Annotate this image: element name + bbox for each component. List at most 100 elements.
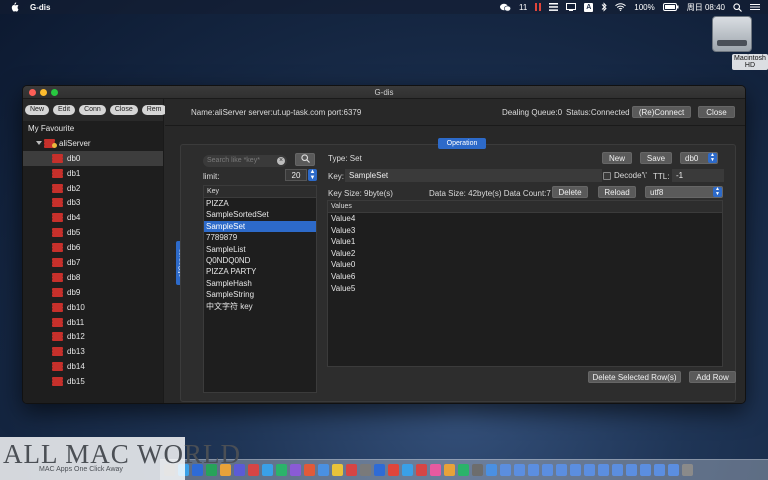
zoom-window-button[interactable] [51, 89, 58, 96]
dock-app-icon[interactable] [668, 464, 679, 476]
tree-favourite[interactable]: My Favourite [23, 121, 163, 136]
add-row-button[interactable]: Add Row [689, 371, 736, 383]
display-icon[interactable] [566, 2, 577, 12]
dock-app-icon[interactable] [640, 464, 651, 476]
tree-db-db7[interactable]: db7 [23, 255, 163, 270]
pause-icon[interactable] [535, 2, 542, 12]
dock-app-icon[interactable] [626, 464, 637, 476]
tree-db-db14[interactable]: db14 [23, 359, 163, 374]
ttl-field[interactable]: -1 [672, 169, 724, 182]
tree-db-db5[interactable]: db5 [23, 225, 163, 240]
dock-app-icon[interactable] [444, 464, 455, 476]
wifi-icon[interactable] [615, 2, 627, 12]
dock-app-icon[interactable] [542, 464, 553, 476]
tree-db-db11[interactable]: db11 [23, 315, 163, 330]
macintosh-hd-drive[interactable]: Macintosh HD [704, 16, 768, 70]
key-row[interactable]: PIZZA [204, 198, 316, 209]
dock-app-icon[interactable] [374, 464, 385, 476]
dock-app-icon[interactable] [570, 464, 581, 476]
key-row[interactable]: SampleHash [204, 278, 316, 289]
tree-db-db1[interactable]: db1 [23, 166, 163, 181]
close-window-button[interactable] [29, 89, 36, 96]
dock-app-icon[interactable] [304, 464, 315, 476]
dock-app-icon[interactable] [584, 464, 595, 476]
tree-db-db9[interactable]: db9 [23, 285, 163, 300]
dock-app-icon[interactable] [346, 464, 357, 476]
minimize-window-button[interactable] [40, 89, 47, 96]
key-row[interactable]: SampleSortedSet [204, 209, 316, 220]
limit-stepper[interactable]: ▲ ▼ [308, 169, 317, 181]
search-button[interactable] [295, 153, 315, 166]
search-icon[interactable] [733, 2, 742, 12]
dock-app-icon[interactable] [500, 464, 511, 476]
clock[interactable]: 周日 08:40 [687, 2, 725, 13]
input-source-icon[interactable]: A [584, 2, 594, 12]
reload-button[interactable]: Reload [598, 186, 636, 198]
dock-app-icon[interactable] [654, 464, 665, 476]
apple-icon[interactable] [10, 2, 20, 13]
dock-app-icon[interactable] [556, 464, 567, 476]
edit-connection-button[interactable]: Edit [53, 105, 76, 115]
tree-db-db15[interactable]: db15 [23, 374, 163, 389]
close-connection-button[interactable]: Close [109, 105, 138, 115]
dock-app-icon[interactable] [486, 464, 497, 476]
dock-app-icon[interactable] [598, 464, 609, 476]
key-row[interactable]: SampleList [204, 244, 316, 255]
bluetooth-icon[interactable] [601, 2, 607, 12]
reconnect-button[interactable]: (Re)Connect [632, 106, 691, 118]
decode-checkbox[interactable]: Decode'\' [603, 171, 647, 180]
battery-percent[interactable]: 100% [634, 3, 654, 12]
value-row[interactable]: Value2 [328, 248, 722, 260]
delete-selected-rows-button[interactable]: Delete Selected Row(s) [588, 371, 681, 383]
remove-connection-button[interactable]: Rem [141, 105, 167, 115]
tree-db-db10[interactable]: db10 [23, 300, 163, 315]
battery-icon[interactable] [662, 2, 679, 12]
dock-app-icon[interactable] [528, 464, 539, 476]
clear-search-icon[interactable]: × [277, 157, 285, 165]
dock-app-icon[interactable] [472, 464, 483, 476]
tree-db-db2[interactable]: db2 [23, 181, 163, 196]
dock-app-icon[interactable] [360, 464, 371, 476]
tree-db-db3[interactable]: db3 [23, 195, 163, 210]
disclosure-triangle-icon[interactable] [36, 141, 42, 146]
connect-button[interactable]: Conn [79, 105, 106, 115]
new-key-button[interactable]: New [602, 152, 632, 164]
key-row[interactable]: Q0NDQ0ND [204, 255, 316, 266]
value-row[interactable]: Value4 [328, 213, 722, 225]
save-button[interactable]: Save [640, 152, 672, 164]
key-row[interactable]: SampleSet [204, 220, 316, 233]
key-search-input[interactable]: Search like *key* × [203, 155, 287, 167]
key-row[interactable]: PIZZA PARTY [204, 266, 316, 277]
key-row[interactable]: SampleString [204, 289, 316, 300]
dock-app-icon[interactable] [248, 464, 259, 476]
limit-input[interactable]: 20 [285, 169, 307, 181]
encoding-select[interactable]: utf8 ▲ ▼ [645, 186, 723, 198]
app-menu-name[interactable]: G-dis [30, 3, 50, 12]
key-row[interactable]: 7789879 [204, 232, 316, 243]
tree-db-db4[interactable]: db4 [23, 210, 163, 225]
delete-key-button[interactable]: Delete [552, 186, 588, 198]
tree-db-db6[interactable]: db6 [23, 240, 163, 255]
value-row[interactable]: Value0 [328, 259, 722, 271]
dock-app-icon[interactable] [514, 464, 525, 476]
grid-menu-icon[interactable] [549, 2, 559, 12]
dock-app-icon[interactable] [276, 464, 287, 476]
dock-app-icon[interactable] [458, 464, 469, 476]
value-row[interactable]: Value1 [328, 236, 722, 248]
dock-app-icon[interactable] [262, 464, 273, 476]
dock-app-icon[interactable] [402, 464, 413, 476]
dock-app-icon[interactable] [332, 464, 343, 476]
tree-db-db0[interactable]: db0 [23, 150, 163, 166]
notification-count[interactable]: 11 [519, 3, 527, 12]
db-select[interactable]: db0 ▲ ▼ [680, 152, 718, 164]
new-connection-button[interactable]: New [25, 105, 50, 115]
dock-app-icon[interactable] [612, 464, 623, 476]
close-button[interactable]: Close [698, 106, 735, 118]
wechat-icon[interactable] [499, 2, 511, 12]
value-row[interactable]: Value3 [328, 225, 722, 237]
checkbox-icon[interactable] [603, 171, 611, 180]
tree-db-db12[interactable]: db12 [23, 329, 163, 344]
dock-app-icon[interactable] [430, 464, 441, 476]
dock-app-icon[interactable] [416, 464, 427, 476]
dock-app-icon[interactable] [388, 464, 399, 476]
